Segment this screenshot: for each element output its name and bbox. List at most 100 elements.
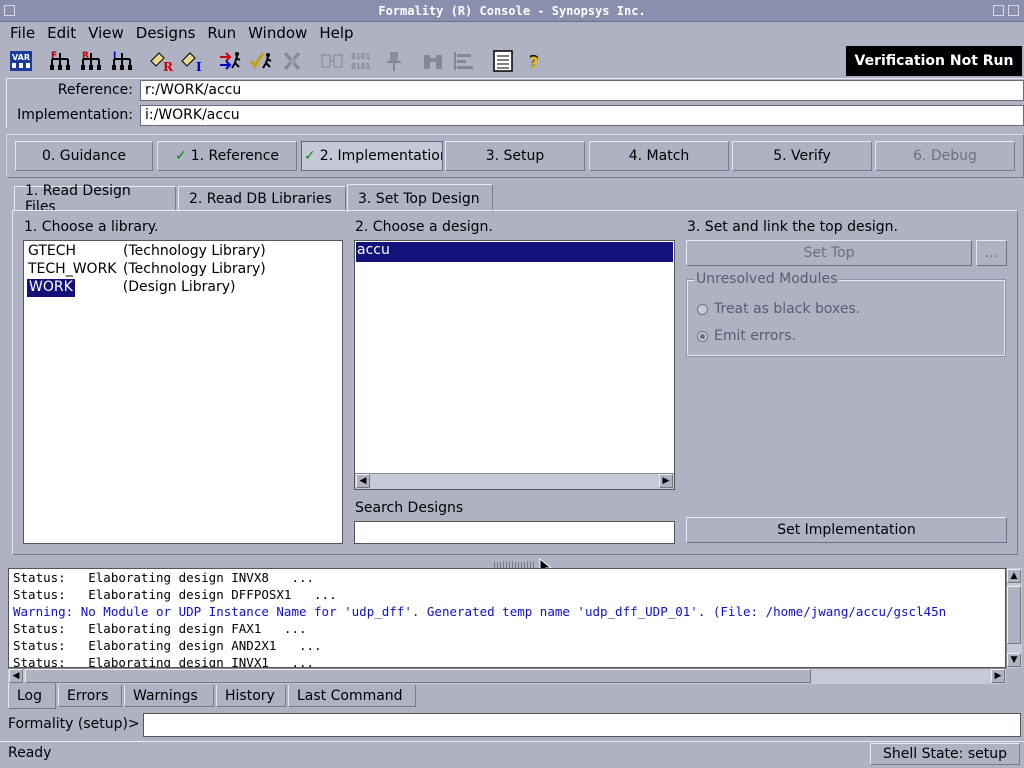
tab-read-db-libraries[interactable]: 2. Read DB Libraries bbox=[178, 186, 346, 210]
list-item[interactable]: GTECH (Technology Library) bbox=[27, 243, 266, 261]
search-designs-input[interactable] bbox=[354, 521, 675, 544]
scroll-left-icon[interactable]: ◀ bbox=[356, 474, 370, 488]
step-implementation[interactable]: ✓ 2. Implementation bbox=[301, 141, 443, 171]
library-type: (Technology Library) bbox=[123, 261, 266, 277]
browse-button[interactable]: ... bbox=[976, 240, 1007, 266]
list-item-selected[interactable]: WORK (Design Library) bbox=[27, 279, 235, 297]
design-list-scrollbar[interactable]: ◀ ▶ bbox=[355, 473, 674, 489]
minimize-button[interactable] bbox=[993, 5, 1004, 16]
log-line: Status: Elaborating design DFFPOSX1 ... bbox=[13, 587, 337, 602]
step-guidance-label: 0. Guidance bbox=[41, 148, 127, 164]
menu-window[interactable]: Window bbox=[248, 24, 307, 42]
help-icon[interactable]: ?? bbox=[521, 48, 547, 74]
step-match[interactable]: 4. Match bbox=[589, 141, 729, 171]
reference-label: Reference: bbox=[57, 82, 133, 98]
implementation-label: Implementation: bbox=[17, 107, 133, 123]
radio-selected-icon bbox=[697, 330, 708, 342]
step-verify-label: 5. Verify bbox=[773, 148, 831, 164]
library-name: GTECH bbox=[28, 243, 77, 259]
svg-text:?: ? bbox=[529, 53, 538, 72]
step-reference[interactable]: ✓ 1. Reference bbox=[157, 141, 297, 171]
run-match-icon[interactable] bbox=[218, 48, 244, 74]
library-name: WORK bbox=[27, 279, 75, 297]
scroll-left-icon[interactable]: ◀ bbox=[9, 669, 23, 683]
set-top-button[interactable]: Set Top bbox=[686, 240, 972, 266]
menu-run[interactable]: Run bbox=[207, 24, 236, 42]
library-list[interactable]: GTECH (Technology Library) TECH_WORK (Te… bbox=[23, 240, 343, 544]
tab-last-command[interactable]: Last Command bbox=[288, 685, 416, 707]
log-line: Status: Elaborating design INVX8 ... bbox=[13, 570, 315, 585]
compare-icon[interactable] bbox=[319, 48, 345, 74]
status-bar: Ready Shell State: setup bbox=[0, 741, 1024, 765]
step-setup[interactable]: 3. Setup bbox=[445, 141, 585, 171]
scroll-up-icon[interactable]: ▲ bbox=[1007, 569, 1021, 583]
menu-designs[interactable]: Designs bbox=[136, 24, 196, 42]
log-horizontal-scrollbar[interactable]: ◀ ▶ bbox=[8, 668, 1006, 684]
window-title-bar: Formality (R) Console - Synopsys Inc. bbox=[0, 0, 1024, 22]
reference-field[interactable]: r:/WORK/accu bbox=[140, 80, 1024, 101]
radio-icon bbox=[697, 303, 708, 315]
list-icon[interactable] bbox=[490, 48, 516, 74]
unresolved-modules-group bbox=[686, 279, 1006, 357]
svg-text:VAR: VAR bbox=[12, 53, 30, 62]
step-setup-label: 3. Setup bbox=[485, 148, 545, 164]
log-panel[interactable]: Status: Elaborating design INVX8 ... Sta… bbox=[8, 568, 1006, 668]
menu-help[interactable]: Help bbox=[319, 24, 353, 42]
log-line-warning: Warning: No Module or UDP Instance Name … bbox=[13, 604, 947, 619]
align-icon[interactable] bbox=[451, 48, 477, 74]
scroll-down-icon[interactable]: ▼ bbox=[1007, 653, 1021, 667]
menu-view[interactable]: View bbox=[88, 24, 124, 42]
maximize-button[interactable] bbox=[1008, 5, 1019, 16]
library-type: (Design Library) bbox=[122, 279, 236, 295]
svg-text:I: I bbox=[196, 60, 202, 73]
scroll-right-icon[interactable]: ▶ bbox=[991, 669, 1005, 683]
step-verify[interactable]: 5. Verify bbox=[732, 141, 872, 171]
svg-text:0101: 0101 bbox=[351, 62, 370, 71]
tab-history[interactable]: History bbox=[216, 685, 286, 707]
tab-read-design-files[interactable]: 1. Read Design Files bbox=[14, 183, 176, 215]
binary-icon[interactable]: 0101 0101 bbox=[350, 48, 376, 74]
check-run-icon[interactable] bbox=[249, 48, 275, 74]
step-implementation-label: 2. Implementation bbox=[319, 148, 443, 164]
log-vertical-scrollbar[interactable]: ▲ ▼ bbox=[1006, 568, 1022, 668]
set-implementation-button[interactable]: Set Implementation bbox=[686, 517, 1007, 543]
tab-warnings[interactable]: Warnings bbox=[124, 685, 214, 707]
top-section-title: 3. Set and link the top design. bbox=[687, 219, 898, 235]
implementation-field[interactable]: i:/WORK/accu bbox=[140, 105, 1024, 126]
checkmark-icon: ✓ bbox=[174, 148, 187, 164]
radio-emit-errors[interactable]: Emit errors. bbox=[697, 328, 796, 344]
menu-bar: File Edit View Designs Run Window Help bbox=[0, 22, 1024, 44]
list-item[interactable]: TECH_WORK (Technology Library) bbox=[27, 261, 266, 279]
step-guidance[interactable]: 0. Guidance bbox=[15, 141, 153, 171]
menu-file[interactable]: File bbox=[10, 24, 35, 42]
radio-label: Emit errors. bbox=[714, 328, 796, 344]
hierarchy-r-icon[interactable]: R bbox=[78, 48, 104, 74]
scroll-right-icon[interactable]: ▶ bbox=[659, 474, 673, 488]
hierarchy-i-icon[interactable]: I bbox=[109, 48, 135, 74]
tab-set-top-design[interactable]: 3. Set Top Design bbox=[347, 184, 493, 212]
scroll-thumb[interactable] bbox=[1007, 586, 1021, 644]
probe-icon[interactable] bbox=[381, 48, 407, 74]
verification-status: Verification Not Run bbox=[846, 46, 1022, 76]
radio-treat-as-black-boxes[interactable]: Treat as black boxes. bbox=[697, 301, 860, 317]
var-icon[interactable]: VAR bbox=[8, 48, 34, 74]
tools-icon[interactable] bbox=[280, 48, 306, 74]
design-list[interactable]: accu ◀ ▶ bbox=[354, 240, 675, 490]
step-debug[interactable]: 6. Debug bbox=[875, 141, 1015, 171]
binoculars-icon[interactable] bbox=[420, 48, 446, 74]
log-line: Status: Elaborating design INVX1 ... bbox=[13, 655, 315, 668]
menu-edit[interactable]: Edit bbox=[47, 24, 76, 42]
shell-state: Shell State: setup bbox=[870, 743, 1020, 765]
list-item-selected[interactable]: accu bbox=[356, 242, 673, 262]
tab-errors[interactable]: Errors bbox=[58, 685, 122, 707]
window-title: Formality (R) Console - Synopsys Inc. bbox=[378, 3, 646, 18]
command-prompt-label: Formality (setup)> bbox=[8, 716, 140, 732]
eraser-i-icon[interactable]: I bbox=[179, 48, 205, 74]
window-menu-button[interactable] bbox=[4, 5, 15, 16]
library-name: TECH_WORK bbox=[28, 261, 117, 277]
hierarchy-f-icon[interactable]: F bbox=[47, 48, 73, 74]
tab-log[interactable]: Log bbox=[8, 683, 56, 709]
command-input[interactable] bbox=[143, 713, 1021, 737]
scroll-thumb[interactable] bbox=[25, 669, 811, 683]
eraser-r-icon[interactable]: R bbox=[148, 48, 174, 74]
